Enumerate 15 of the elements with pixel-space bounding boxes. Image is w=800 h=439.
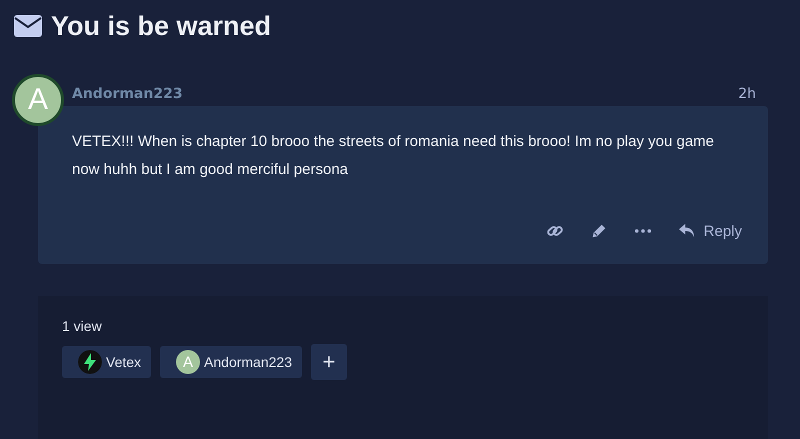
post-time[interactable]: 2h — [738, 86, 756, 102]
post-body: VETEX!!! When is chapter 10 brooo the streets of romania need this brooo! Im no play you game now huhh but I am good merciful persona — [72, 132, 716, 180]
lightning-icon — [78, 350, 102, 374]
add-button[interactable]: + — [310, 344, 347, 380]
participant-name: Andorman223 — [204, 354, 292, 370]
view-count: 1 view — [62, 318, 103, 334]
avatar: A — [176, 350, 200, 374]
topic-title: You is be warned — [51, 10, 272, 42]
participant-chip[interactable]: Vetex — [62, 346, 152, 378]
reply-button[interactable]: Reply — [676, 220, 744, 242]
envelope-icon — [14, 15, 42, 37]
participant-name: Vetex — [106, 354, 142, 370]
author-name[interactable]: Andorman223 — [72, 86, 183, 102]
reply-icon — [678, 223, 696, 239]
participant-chip[interactable]: A Andorman223 — [160, 346, 302, 378]
